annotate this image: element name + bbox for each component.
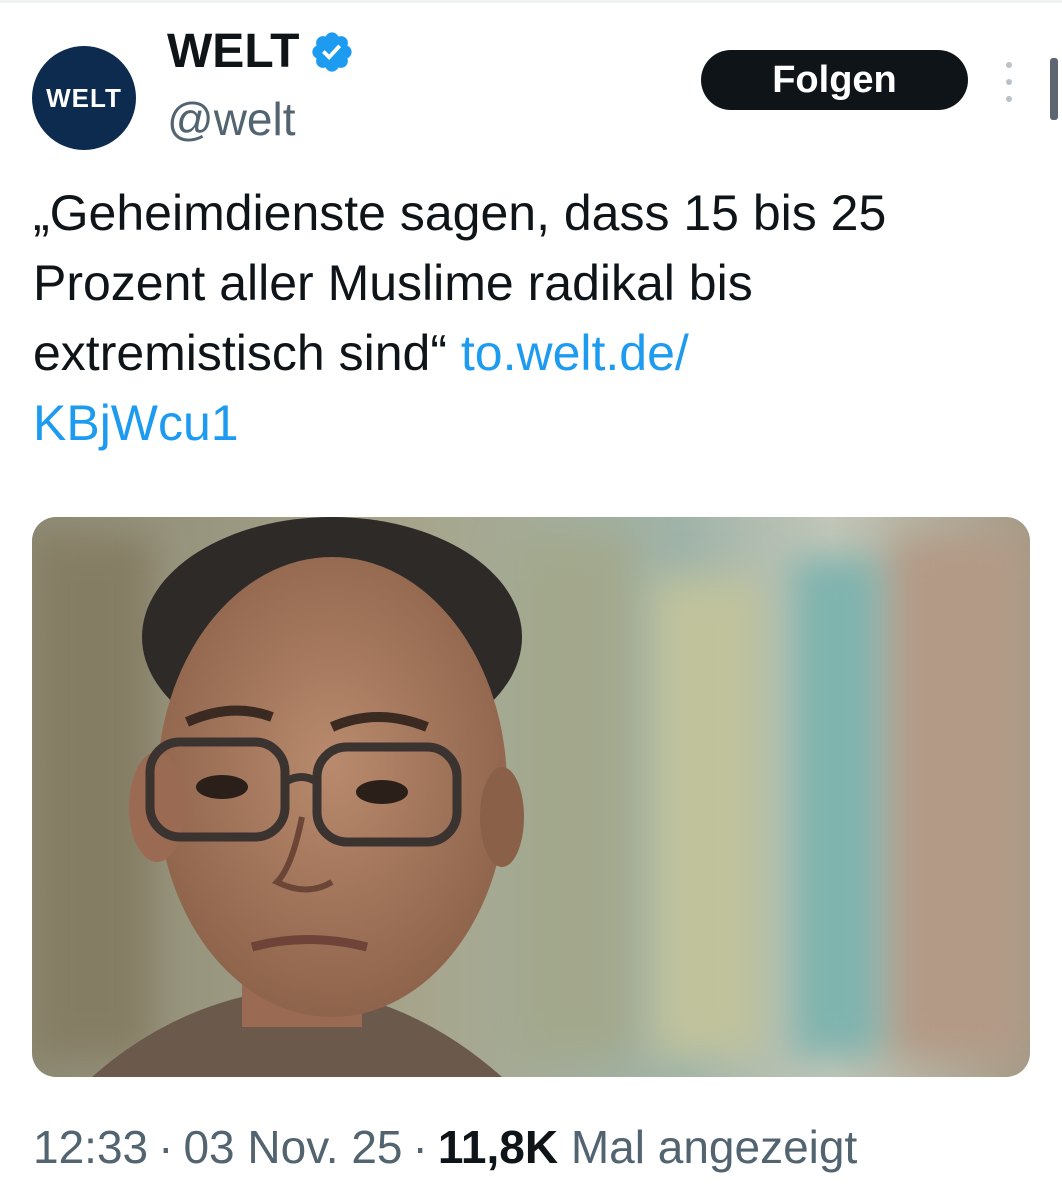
top-divider [0, 0, 1062, 3]
scrollbar[interactable] [1050, 58, 1058, 120]
verified-badge-icon [312, 31, 353, 72]
separator: · [158, 1121, 174, 1173]
tweet-link-part2: KBjWcu1 [33, 395, 239, 451]
views-label: Mal angezeigt [570, 1121, 858, 1173]
views-count: 11,8K [437, 1121, 559, 1173]
display-name[interactable]: WELT [167, 24, 299, 79]
tweet-text-block: „Geheimdienste sagen, dass 15 bis 25 Pro… [33, 178, 993, 458]
tweet-link-part1: to.welt.de/ [460, 325, 689, 381]
avatar[interactable]: WELT [32, 46, 136, 150]
tweet-date[interactable]: 03 Nov. 25 [183, 1121, 402, 1173]
name-row: WELT [167, 24, 355, 79]
portrait-illustration [32, 517, 1022, 1077]
tweet-metadata: 12:33 · 03 Nov. 25 · 11,8K Mal angezeigt [33, 1120, 857, 1174]
avatar-logo-text: WELT [46, 82, 122, 113]
tweet-text: „Geheimdienste sagen, dass 15 bis 25 Pro… [33, 185, 887, 381]
more-vertical-icon[interactable] [996, 62, 1022, 102]
tweet-photo[interactable] [32, 517, 1030, 1077]
tweet-time[interactable]: 12:33 [33, 1121, 148, 1173]
separator: · [412, 1121, 428, 1173]
follow-button[interactable]: Folgen [701, 50, 968, 110]
handle[interactable]: @welt [167, 92, 296, 146]
